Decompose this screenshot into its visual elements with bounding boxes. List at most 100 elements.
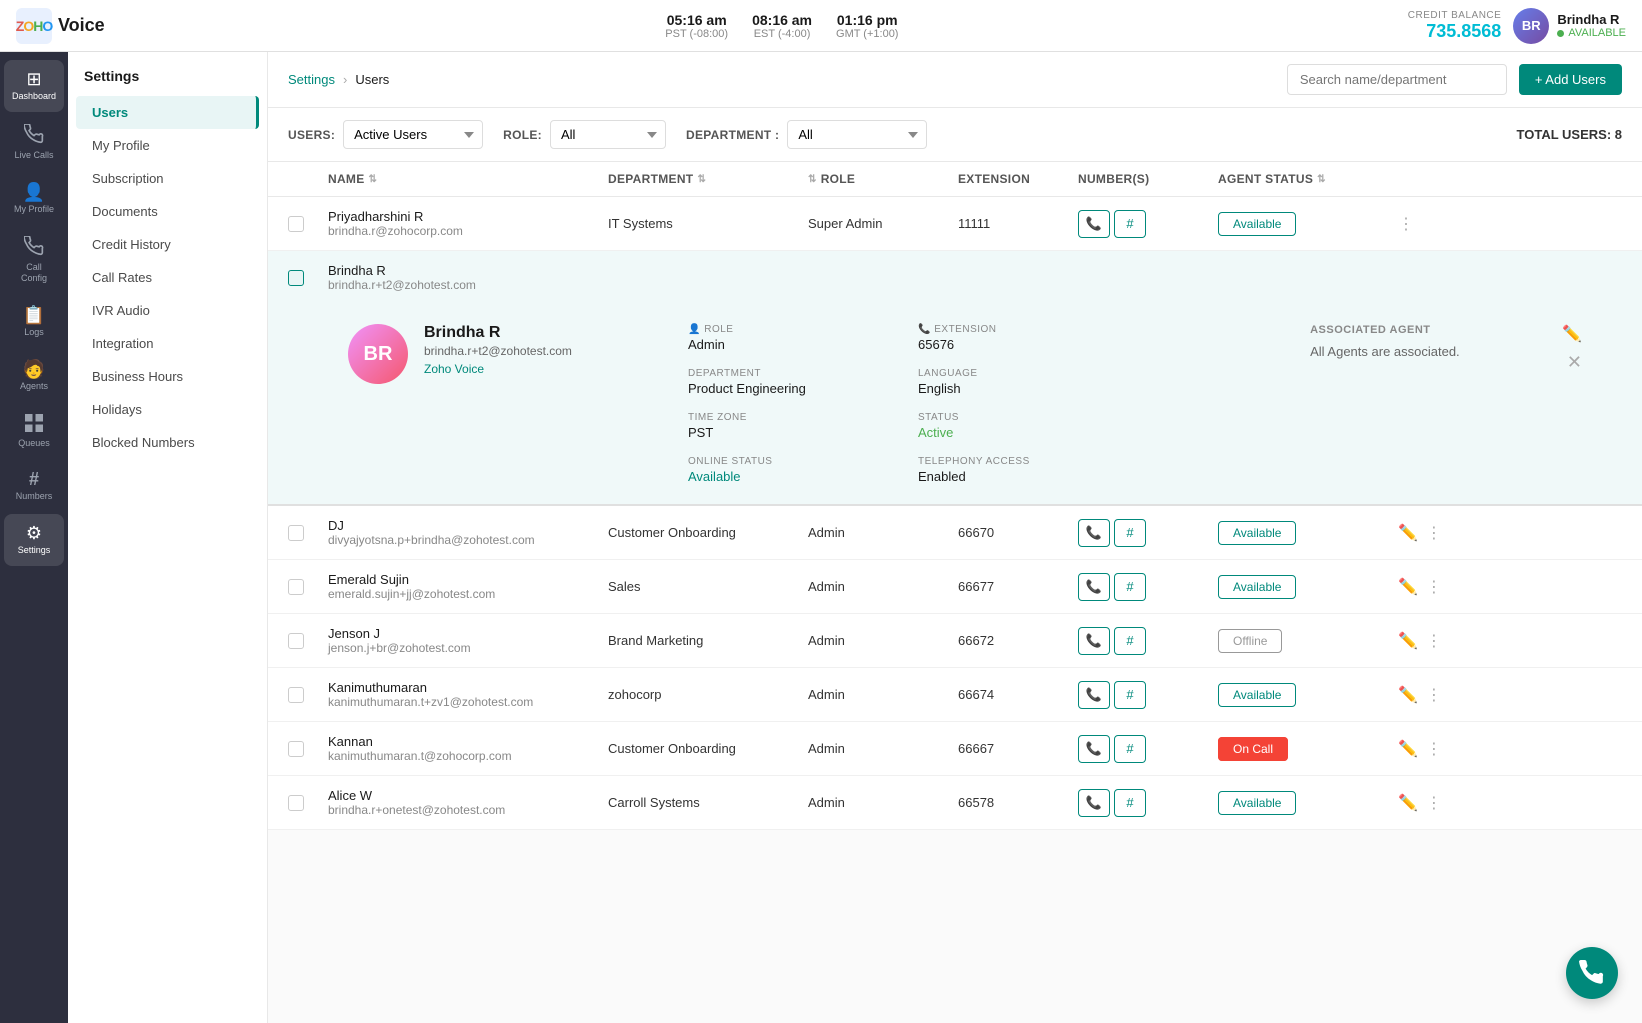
- phone-button[interactable]: 📞: [1078, 573, 1110, 601]
- col-department[interactable]: DEPARTMENT ⇅: [608, 172, 808, 186]
- agent-status-badge[interactable]: Available: [1218, 212, 1296, 236]
- search-input[interactable]: [1287, 64, 1507, 95]
- edit-icon[interactable]: ✏️: [1398, 577, 1418, 597]
- filter-dept-group: DEPARTMENT : All IT Systems Sales: [686, 120, 927, 149]
- edit-icon[interactable]: ✏️: [1398, 631, 1418, 651]
- edit-icon[interactable]: ✏️: [1398, 523, 1418, 543]
- sidebar-item-live-calls[interactable]: Live Calls: [4, 114, 64, 171]
- row-checkbox[interactable]: [288, 633, 328, 649]
- row-checkbox[interactable]: [288, 579, 328, 595]
- hash-button[interactable]: #: [1114, 681, 1146, 709]
- sidebar-item-dashboard[interactable]: ⊞ Dashboard: [4, 60, 64, 112]
- user-avatar-large: BR: [348, 324, 408, 384]
- sidebar-item-call-config[interactable]: Call Config: [4, 226, 64, 294]
- sidebar-item-my-profile[interactable]: 👤 My Profile: [4, 173, 64, 225]
- more-options-icon[interactable]: ⋮: [1426, 685, 1442, 705]
- live-calls-icon: [24, 124, 44, 147]
- hash-button[interactable]: #: [1114, 735, 1146, 763]
- hash-button[interactable]: #: [1114, 627, 1146, 655]
- hash-button[interactable]: #: [1114, 210, 1146, 238]
- secondary-sidebar-item-my-profile[interactable]: My Profile: [76, 129, 259, 162]
- more-options-icon[interactable]: ⋮: [1426, 793, 1442, 813]
- sidebar-item-numbers[interactable]: # Numbers: [4, 460, 64, 512]
- sidebar-item-logs[interactable]: 📋 Logs: [4, 296, 64, 348]
- filter-role-select[interactable]: All Admin Super Admin: [550, 120, 666, 149]
- hash-button[interactable]: #: [1114, 573, 1146, 601]
- secondary-sidebar-item-ivr-audio[interactable]: IVR Audio: [76, 294, 259, 327]
- col-agent-status[interactable]: AGENT STATUS ⇅: [1218, 172, 1398, 186]
- panel-close-icon[interactable]: ✕: [1567, 352, 1582, 373]
- secondary-sidebar-item-blocked-numbers[interactable]: Blocked Numbers: [76, 426, 259, 459]
- secondary-sidebar-item-documents[interactable]: Documents: [76, 195, 259, 228]
- secondary-sidebar-title: Settings: [68, 68, 267, 96]
- secondary-sidebar-item-users[interactable]: Users: [76, 96, 259, 129]
- left-sidebar: ⊞ Dashboard Live Calls 👤 My Profile Call…: [0, 52, 68, 1023]
- page-header-right: + Add Users: [1287, 64, 1622, 95]
- secondary-sidebar-item-business-hours[interactable]: Business Hours: [76, 360, 259, 393]
- breadcrumb-settings[interactable]: Settings: [288, 72, 335, 87]
- sidebar-item-agents[interactable]: 🧑 Agents: [4, 350, 64, 402]
- table-row: Kannan kanimuthumaran.t@zohocorp.com Cus…: [268, 722, 1642, 776]
- float-call-button[interactable]: [1566, 947, 1618, 999]
- agent-status-badge[interactable]: Available: [1218, 575, 1296, 599]
- agent-status-badge[interactable]: Available: [1218, 683, 1296, 707]
- edit-icon[interactable]: ✏️: [1398, 793, 1418, 813]
- agent-status-badge[interactable]: Available: [1218, 791, 1296, 815]
- more-options-icon[interactable]: ⋮: [1426, 577, 1442, 597]
- sidebar-item-queues[interactable]: Queues: [4, 404, 64, 459]
- user-info[interactable]: BR Brindha R AVAILABLE: [1513, 8, 1626, 44]
- dashboard-icon: ⊞: [26, 70, 41, 88]
- add-users-button[interactable]: + Add Users: [1519, 64, 1622, 95]
- hash-button[interactable]: #: [1114, 789, 1146, 817]
- row-checkbox[interactable]: [288, 525, 328, 541]
- panel-edit-icon[interactable]: ✏️: [1562, 324, 1582, 344]
- more-options-icon[interactable]: ⋮: [1426, 739, 1442, 759]
- user-name-cell: Alice W brindha.r+onetest@zohotest.com: [328, 788, 608, 817]
- agent-status-badge[interactable]: On Call: [1218, 737, 1288, 761]
- agent-status-badge[interactable]: Available: [1218, 521, 1296, 545]
- user-details-grid: 👤 ROLE Admin 📞 EXTENSION 65676 DEPARTMEN…: [688, 324, 1118, 484]
- col-extension: EXTENSION: [958, 172, 1078, 186]
- phone-button[interactable]: 📞: [1078, 519, 1110, 547]
- edit-icon[interactable]: ✏️: [1398, 685, 1418, 705]
- row-actions: ✏️ ⋮: [1398, 523, 1478, 543]
- more-options-icon[interactable]: ⋮: [1426, 523, 1442, 543]
- more-options-icon[interactable]: ⋮: [1426, 631, 1442, 651]
- row-checkbox[interactable]: [288, 741, 328, 757]
- zoho-voice-link[interactable]: Zoho Voice: [424, 362, 572, 376]
- phone-button[interactable]: 📞: [1078, 681, 1110, 709]
- user-name-cell: Priyadharshini R brindha.r@zohocorp.com: [328, 209, 608, 238]
- secondary-sidebar: Settings Users My Profile Subscription D…: [68, 52, 268, 1023]
- detail-role: 👤 ROLE Admin: [688, 324, 888, 352]
- user-name-cell: Kannan kanimuthumaran.t@zohocorp.com: [328, 734, 608, 763]
- secondary-sidebar-item-credit-history[interactable]: Credit History: [76, 228, 259, 261]
- phone-button[interactable]: 📞: [1078, 210, 1110, 238]
- filter-users-select[interactable]: Active Users All Users Inactive Users: [343, 120, 483, 149]
- secondary-sidebar-item-holidays[interactable]: Holidays: [76, 393, 259, 426]
- edit-icon[interactable]: ✏️: [1398, 739, 1418, 759]
- total-users-count: TOTAL USERS: 8: [1517, 127, 1622, 142]
- phone-button[interactable]: 📞: [1078, 735, 1110, 763]
- row-checkbox[interactable]: [288, 216, 328, 232]
- user-name-cell: Emerald Sujin emerald.sujin+jj@zohotest.…: [328, 572, 608, 601]
- row-checkbox[interactable]: [288, 795, 328, 811]
- table-row: Jenson J jenson.j+br@zohotest.com Brand …: [268, 614, 1642, 668]
- phone-button[interactable]: 📞: [1078, 627, 1110, 655]
- sidebar-item-settings[interactable]: ⚙ Settings: [4, 514, 64, 566]
- row-checkbox[interactable]: [288, 687, 328, 703]
- agent-status-cell: Available: [1218, 525, 1398, 540]
- hash-button[interactable]: #: [1114, 519, 1146, 547]
- secondary-sidebar-item-call-rates[interactable]: Call Rates: [76, 261, 259, 294]
- row-checkbox[interactable]: [288, 270, 328, 286]
- users-table: NAME ⇅ DEPARTMENT ⇅ ⇅ ROLE EXTENSION NUM…: [268, 162, 1642, 830]
- col-name[interactable]: NAME ⇅: [328, 172, 608, 186]
- secondary-sidebar-item-integration[interactable]: Integration: [76, 327, 259, 360]
- filter-dept-select[interactable]: All IT Systems Sales: [787, 120, 927, 149]
- more-options-icon[interactable]: ⋮: [1398, 214, 1414, 234]
- avatar: BR: [1513, 8, 1549, 44]
- agent-status-badge[interactable]: Offline: [1218, 629, 1282, 653]
- col-role[interactable]: ⇅ ROLE: [808, 172, 958, 186]
- col-actions: [1398, 172, 1478, 186]
- phone-button[interactable]: 📞: [1078, 789, 1110, 817]
- secondary-sidebar-item-subscription[interactable]: Subscription: [76, 162, 259, 195]
